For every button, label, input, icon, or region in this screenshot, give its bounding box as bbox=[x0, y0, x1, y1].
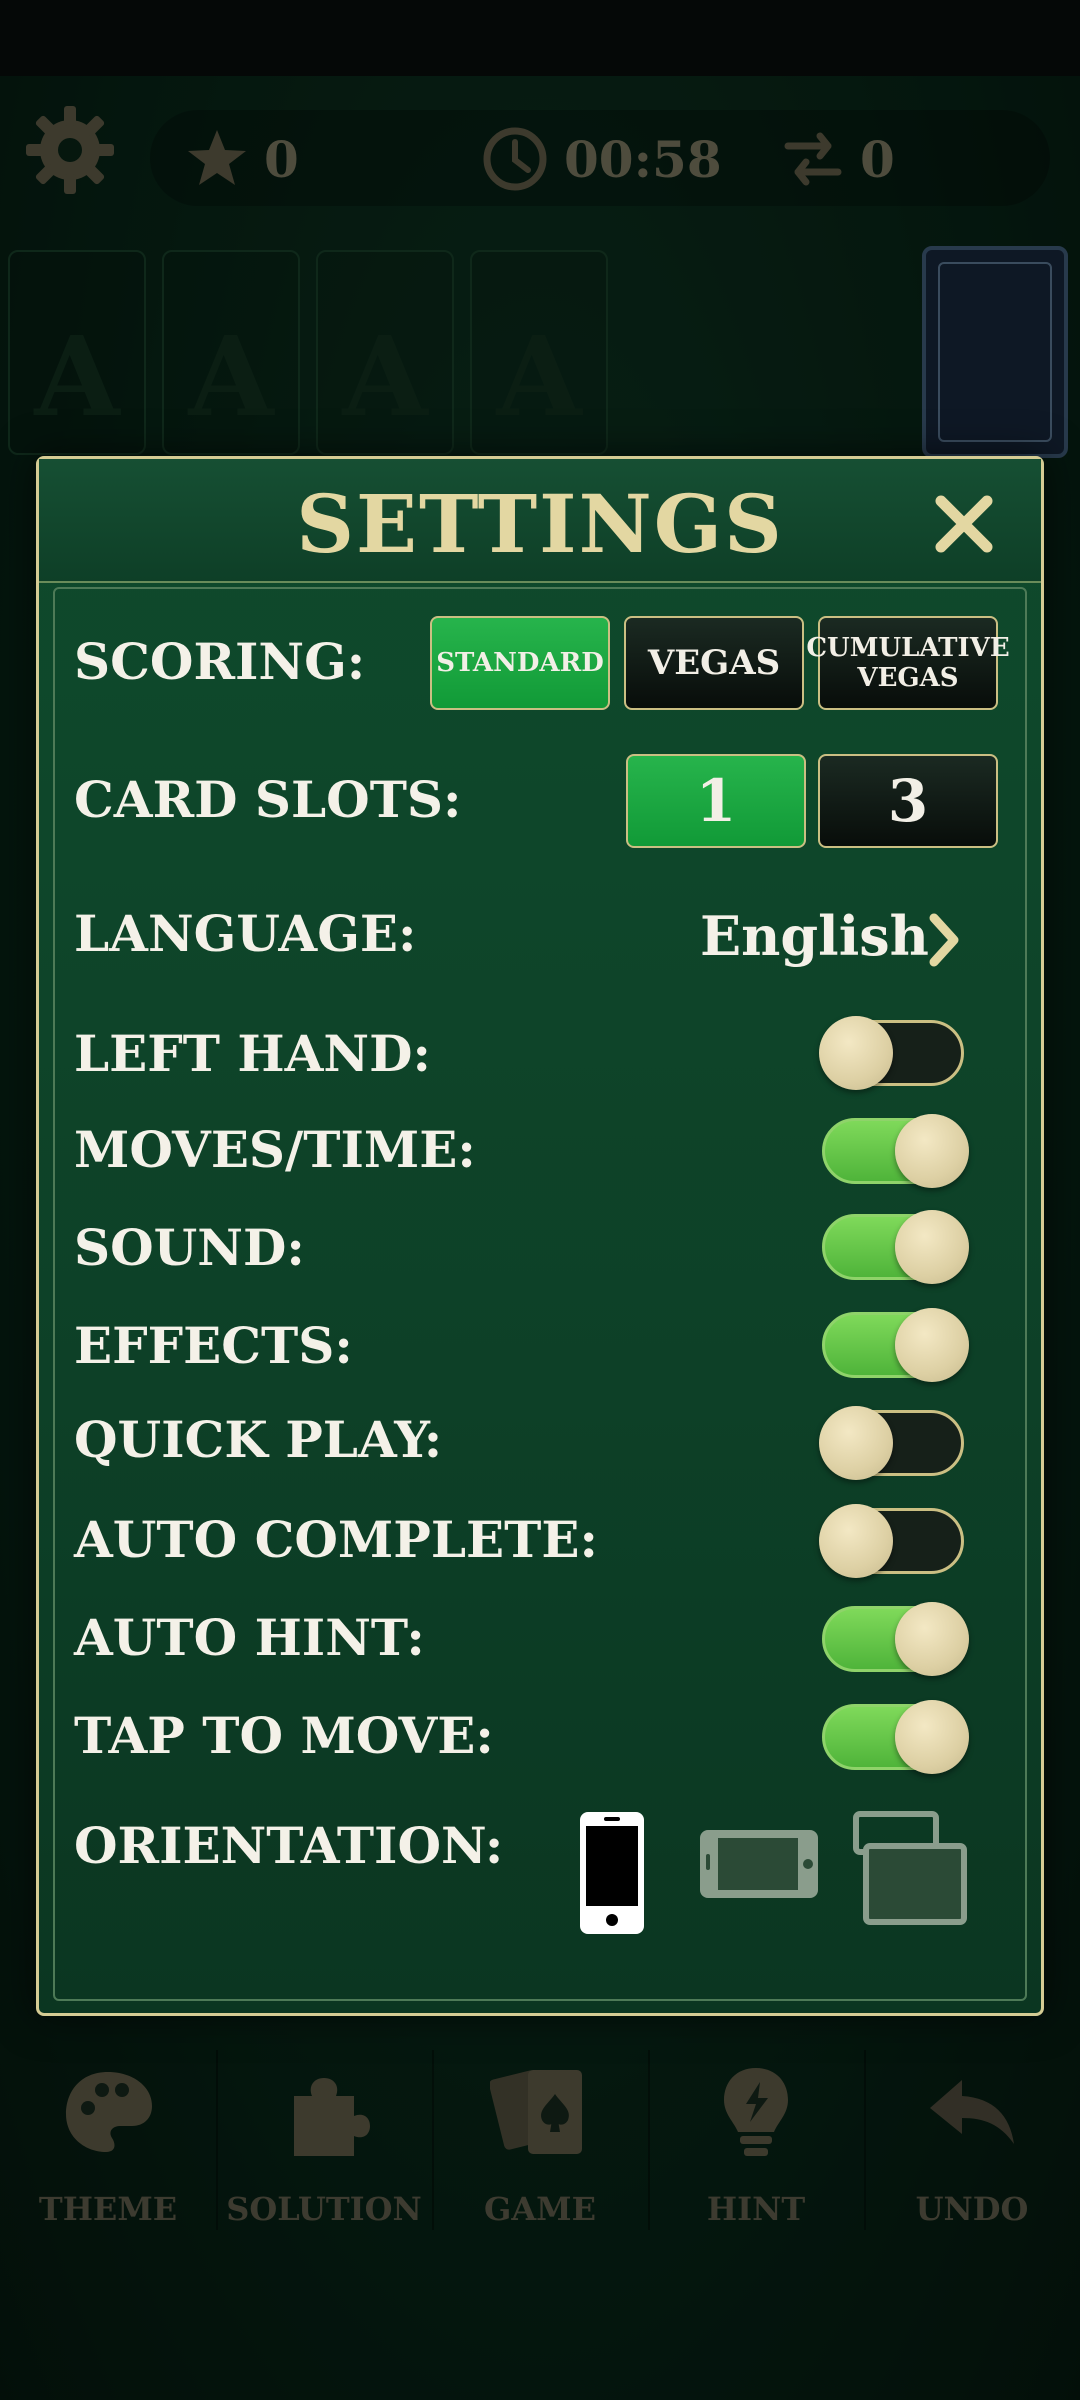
auto-hint-toggle[interactable] bbox=[822, 1602, 969, 1676]
effects-toggle[interactable] bbox=[822, 1308, 969, 1382]
card-slots-label: CARD SLOTS: bbox=[74, 770, 462, 829]
scoring-label: SCORING: bbox=[74, 632, 366, 691]
toggle-knob bbox=[895, 1308, 969, 1382]
sound-toggle[interactable] bbox=[822, 1210, 969, 1284]
portrait-icon[interactable] bbox=[578, 1810, 646, 1936]
sound-label: SOUND: bbox=[74, 1218, 305, 1277]
effects-label: EFFECTS: bbox=[74, 1316, 353, 1375]
status-bar bbox=[0, 0, 1080, 76]
toggle-knob bbox=[895, 1210, 969, 1284]
tap-to-move-toggle[interactable] bbox=[822, 1700, 969, 1774]
language-label: LANGUAGE: bbox=[74, 904, 417, 963]
toggle-knob bbox=[819, 1016, 893, 1090]
moves-time-toggle[interactable] bbox=[822, 1114, 969, 1188]
close-icon[interactable] bbox=[929, 489, 999, 559]
moves-time-label: MOVES/TIME: bbox=[74, 1120, 476, 1179]
dialog-header: SETTINGS bbox=[39, 459, 1041, 583]
auto-complete-toggle[interactable] bbox=[819, 1504, 964, 1578]
quick-play-label: QUICK PLAY: bbox=[74, 1410, 443, 1469]
language-value[interactable]: English bbox=[700, 904, 929, 968]
auto-complete-label: AUTO COMPLETE: bbox=[74, 1510, 598, 1569]
card-slots-1-button[interactable]: 1 bbox=[626, 754, 806, 848]
toggle-knob bbox=[895, 1700, 969, 1774]
scoring-cumulative-vegas-button[interactable]: CUMULATIVE VEGAS bbox=[806, 616, 1010, 710]
toggle-knob bbox=[819, 1406, 893, 1480]
auto-rotate-icon[interactable] bbox=[852, 1810, 970, 1928]
toggle-knob bbox=[819, 1504, 893, 1578]
auto-hint-label: AUTO HINT: bbox=[74, 1608, 425, 1667]
tap-to-move-label: TAP TO MOVE: bbox=[74, 1706, 494, 1765]
landscape-icon[interactable] bbox=[698, 1828, 820, 1900]
orientation-label: ORIENTATION: bbox=[74, 1816, 504, 1875]
left-hand-toggle[interactable] bbox=[819, 1016, 964, 1090]
quick-play-toggle[interactable] bbox=[819, 1406, 964, 1480]
chevron-right-icon[interactable] bbox=[924, 910, 964, 970]
scoring-vegas-button[interactable]: VEGAS bbox=[624, 616, 804, 710]
toggle-knob bbox=[895, 1114, 969, 1188]
dialog-title: SETTINGS bbox=[296, 477, 784, 571]
card-slots-3-button[interactable]: 3 bbox=[818, 754, 998, 848]
toggle-knob bbox=[895, 1602, 969, 1676]
scoring-standard-button[interactable]: STANDARD bbox=[430, 616, 610, 710]
left-hand-label: LEFT HAND: bbox=[74, 1024, 431, 1083]
